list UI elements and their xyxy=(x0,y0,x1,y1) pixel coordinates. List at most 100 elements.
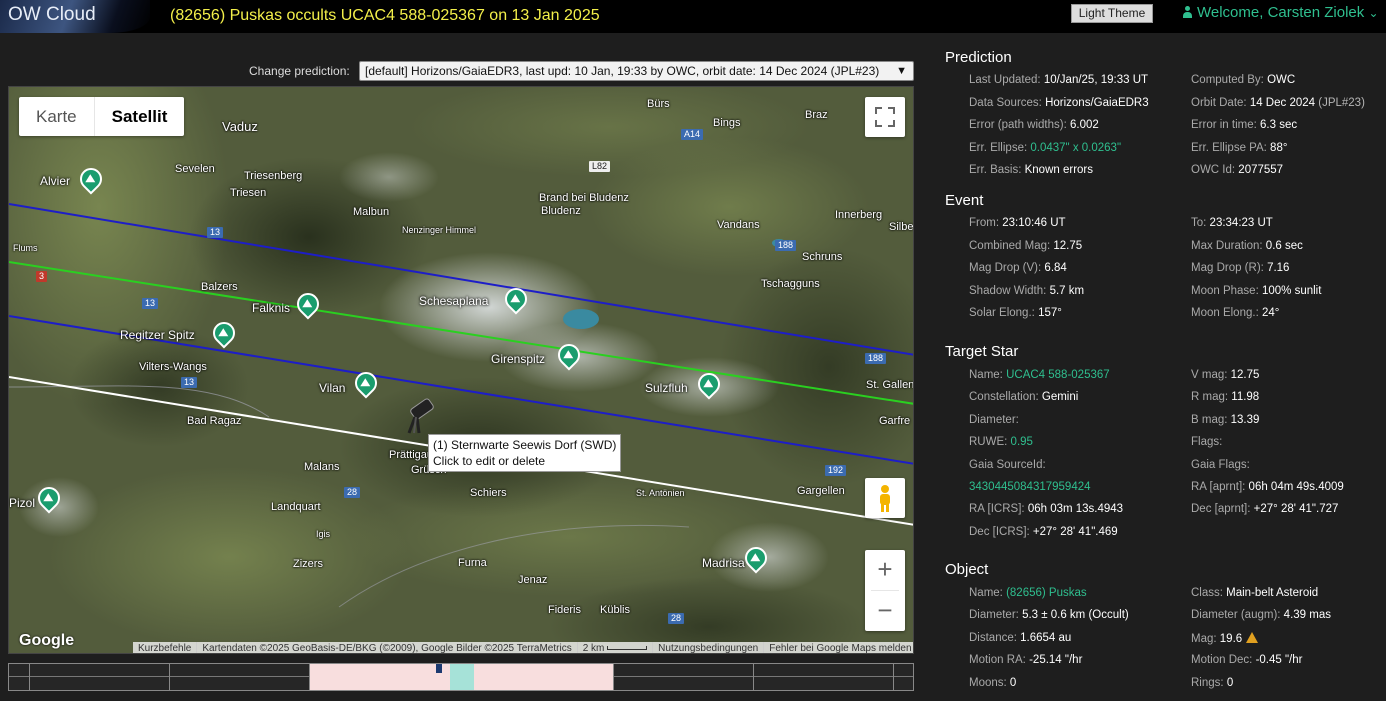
value: 0 xyxy=(1009,677,1017,689)
zoom-control: + − xyxy=(865,550,905,631)
object-name-link[interactable]: (82656) Puskas xyxy=(1006,587,1087,599)
star-name-link[interactable]: UCAC4 588-025367 xyxy=(1006,369,1110,381)
fullscreen-icon xyxy=(875,107,895,127)
map-data-credits: Kartendaten ©2025 GeoBasis-DE/BKG (©2009… xyxy=(197,642,578,653)
place-label: Bad Ragaz xyxy=(187,415,242,427)
ruwe-row: RUWE: 0.95 xyxy=(969,436,1033,448)
timeline-tick xyxy=(169,664,170,690)
label: Diameter: xyxy=(969,609,1019,621)
solar-elong-row: Solar Elong.: 157° xyxy=(969,307,1062,319)
label: Err. Basis: xyxy=(969,164,1022,176)
road-shield: 13 xyxy=(181,377,198,388)
zoom-out-button[interactable]: − xyxy=(865,591,905,631)
timeline-tick xyxy=(613,664,614,690)
map-type-control: Karte Satellit xyxy=(19,97,185,136)
keyboard-shortcuts-link[interactable]: Kurzbefehle xyxy=(133,642,198,653)
user-menu[interactable]: Welcome, Carsten Ziolek ⌄ xyxy=(1183,4,1379,21)
road-shield: 188 xyxy=(865,353,887,364)
zoom-in-button[interactable]: + xyxy=(865,550,905,590)
label: To: xyxy=(1191,217,1207,229)
section-title-target-star: Target Star xyxy=(945,343,1019,360)
value: 4.39 mas xyxy=(1283,609,1331,621)
value: 157° xyxy=(1038,307,1062,319)
label: Gaia Flags: xyxy=(1191,459,1250,471)
label: Rings: xyxy=(1191,677,1224,689)
value: 5.3 ± 0.6 km xyxy=(1022,609,1086,621)
label: From: xyxy=(969,217,1000,229)
label: RUWE: xyxy=(969,436,1008,448)
data-sources-row: Data Sources: Horizons/GaiaEDR3 xyxy=(969,97,1149,109)
street-view-button[interactable] xyxy=(865,478,905,518)
top-bar: OW Cloud (82656) Puskas occults UCAC4 58… xyxy=(0,0,1386,33)
section-title-event: Event xyxy=(945,192,984,209)
scale-label: 2 km xyxy=(582,643,605,654)
dec-aprnt-row: Dec [aprnt]: +27° 28' 41".727 xyxy=(1191,503,1338,515)
value: 5.7 km xyxy=(1049,285,1085,297)
prediction-select[interactable]: [default] Horizons/GaiaEDR3, last upd: 1… xyxy=(359,61,914,81)
from-row: From: 23:10:46 UT xyxy=(969,217,1066,229)
value: 06h 03m 13s.4943 xyxy=(1027,503,1124,515)
place-label: Nenzinger Himmel xyxy=(402,225,477,235)
value: 6.84 xyxy=(1044,262,1067,274)
peak-label: Alvier xyxy=(40,174,71,188)
map-type-karte-button[interactable]: Karte xyxy=(19,97,94,136)
report-map-error-link[interactable]: Fehler bei Google Maps melden xyxy=(764,642,913,653)
value: OWC xyxy=(1267,74,1296,86)
label: Data Sources: xyxy=(969,97,1042,109)
place-label: Vandans xyxy=(717,219,760,231)
v-mag-row: V mag: 12.75 xyxy=(1191,369,1259,381)
map-type-satellit-button[interactable]: Satellit xyxy=(93,97,185,136)
label: Moons: xyxy=(969,677,1007,689)
map[interactable]: Vaduz Triesenberg Triesen Sevelen Malbun… xyxy=(8,86,914,654)
place-label: Bings xyxy=(713,117,741,129)
label: Gaia SourceId: xyxy=(969,459,1046,471)
peak-label: Falknis xyxy=(252,301,291,315)
value: -25.14 "/hr xyxy=(1029,654,1083,666)
distance-row: Distance: 1.6654 au xyxy=(969,632,1071,644)
value: Main-belt Asteroid xyxy=(1226,587,1319,599)
warning-icon[interactable] xyxy=(1246,632,1259,643)
gaia-flags-row: Gaia Flags: xyxy=(1191,459,1250,471)
err-ellipse-link[interactable]: 0.0437" x 0.0263" xyxy=(1030,142,1121,154)
gaia-sourceid-link[interactable]: 3430445084317959424 xyxy=(969,481,1091,493)
section-title-prediction: Prediction xyxy=(945,49,1012,66)
telescope-icon[interactable] xyxy=(401,397,441,437)
error-path-row: Error (path widths): 6.002 xyxy=(969,119,1099,131)
value: 12.75 xyxy=(1230,369,1260,381)
place-label: Tschagguns xyxy=(761,278,820,290)
observer-tooltip[interactable]: (1) Sternwarte Seewis Dorf (SWD) Click t… xyxy=(428,434,622,472)
timeline-central-band xyxy=(450,664,474,690)
timeline-slider-handle[interactable] xyxy=(436,664,442,673)
label: Err. Ellipse: xyxy=(969,142,1028,154)
label: RA [aprnt]: xyxy=(1191,481,1246,493)
app-logo[interactable]: OW Cloud xyxy=(0,0,150,33)
fullscreen-button[interactable] xyxy=(865,97,905,137)
road-shield: 28 xyxy=(344,487,361,498)
label: V mag: xyxy=(1191,369,1228,381)
star-diameter-row: Diameter: xyxy=(969,414,1019,426)
diameter-source: (Occult) xyxy=(1088,609,1129,621)
road-shield: L82 xyxy=(589,161,611,172)
terms-link[interactable]: Nutzungsbedingungen xyxy=(653,642,765,653)
label: RA [ICRS]: xyxy=(969,503,1025,515)
label: Motion RA: xyxy=(969,654,1026,666)
place-label: Triesen xyxy=(230,187,267,199)
road-shield: 13 xyxy=(142,298,159,309)
light-theme-button[interactable]: Light Theme xyxy=(1071,4,1153,23)
value: 1.6654 au xyxy=(1020,632,1072,644)
place-label: Schruns xyxy=(802,251,843,263)
label: Class: xyxy=(1191,587,1223,599)
label: Flags: xyxy=(1191,436,1223,448)
combined-mag-row: Combined Mag: 12.75 xyxy=(969,240,1082,252)
max-duration-row: Max Duration: 0.6 sec xyxy=(1191,240,1303,252)
scale-bar[interactable]: 2 km xyxy=(578,642,654,654)
place-label: Fideris xyxy=(548,604,582,616)
label: Solar Elong.: xyxy=(969,307,1035,319)
user-icon xyxy=(1183,6,1192,18)
place-label: Malans xyxy=(304,461,340,473)
pegman-icon xyxy=(880,485,890,512)
value: 88° xyxy=(1270,142,1288,154)
timeline[interactable] xyxy=(8,663,914,691)
value: 7.16 xyxy=(1267,262,1290,274)
paren: ) xyxy=(1361,97,1365,109)
